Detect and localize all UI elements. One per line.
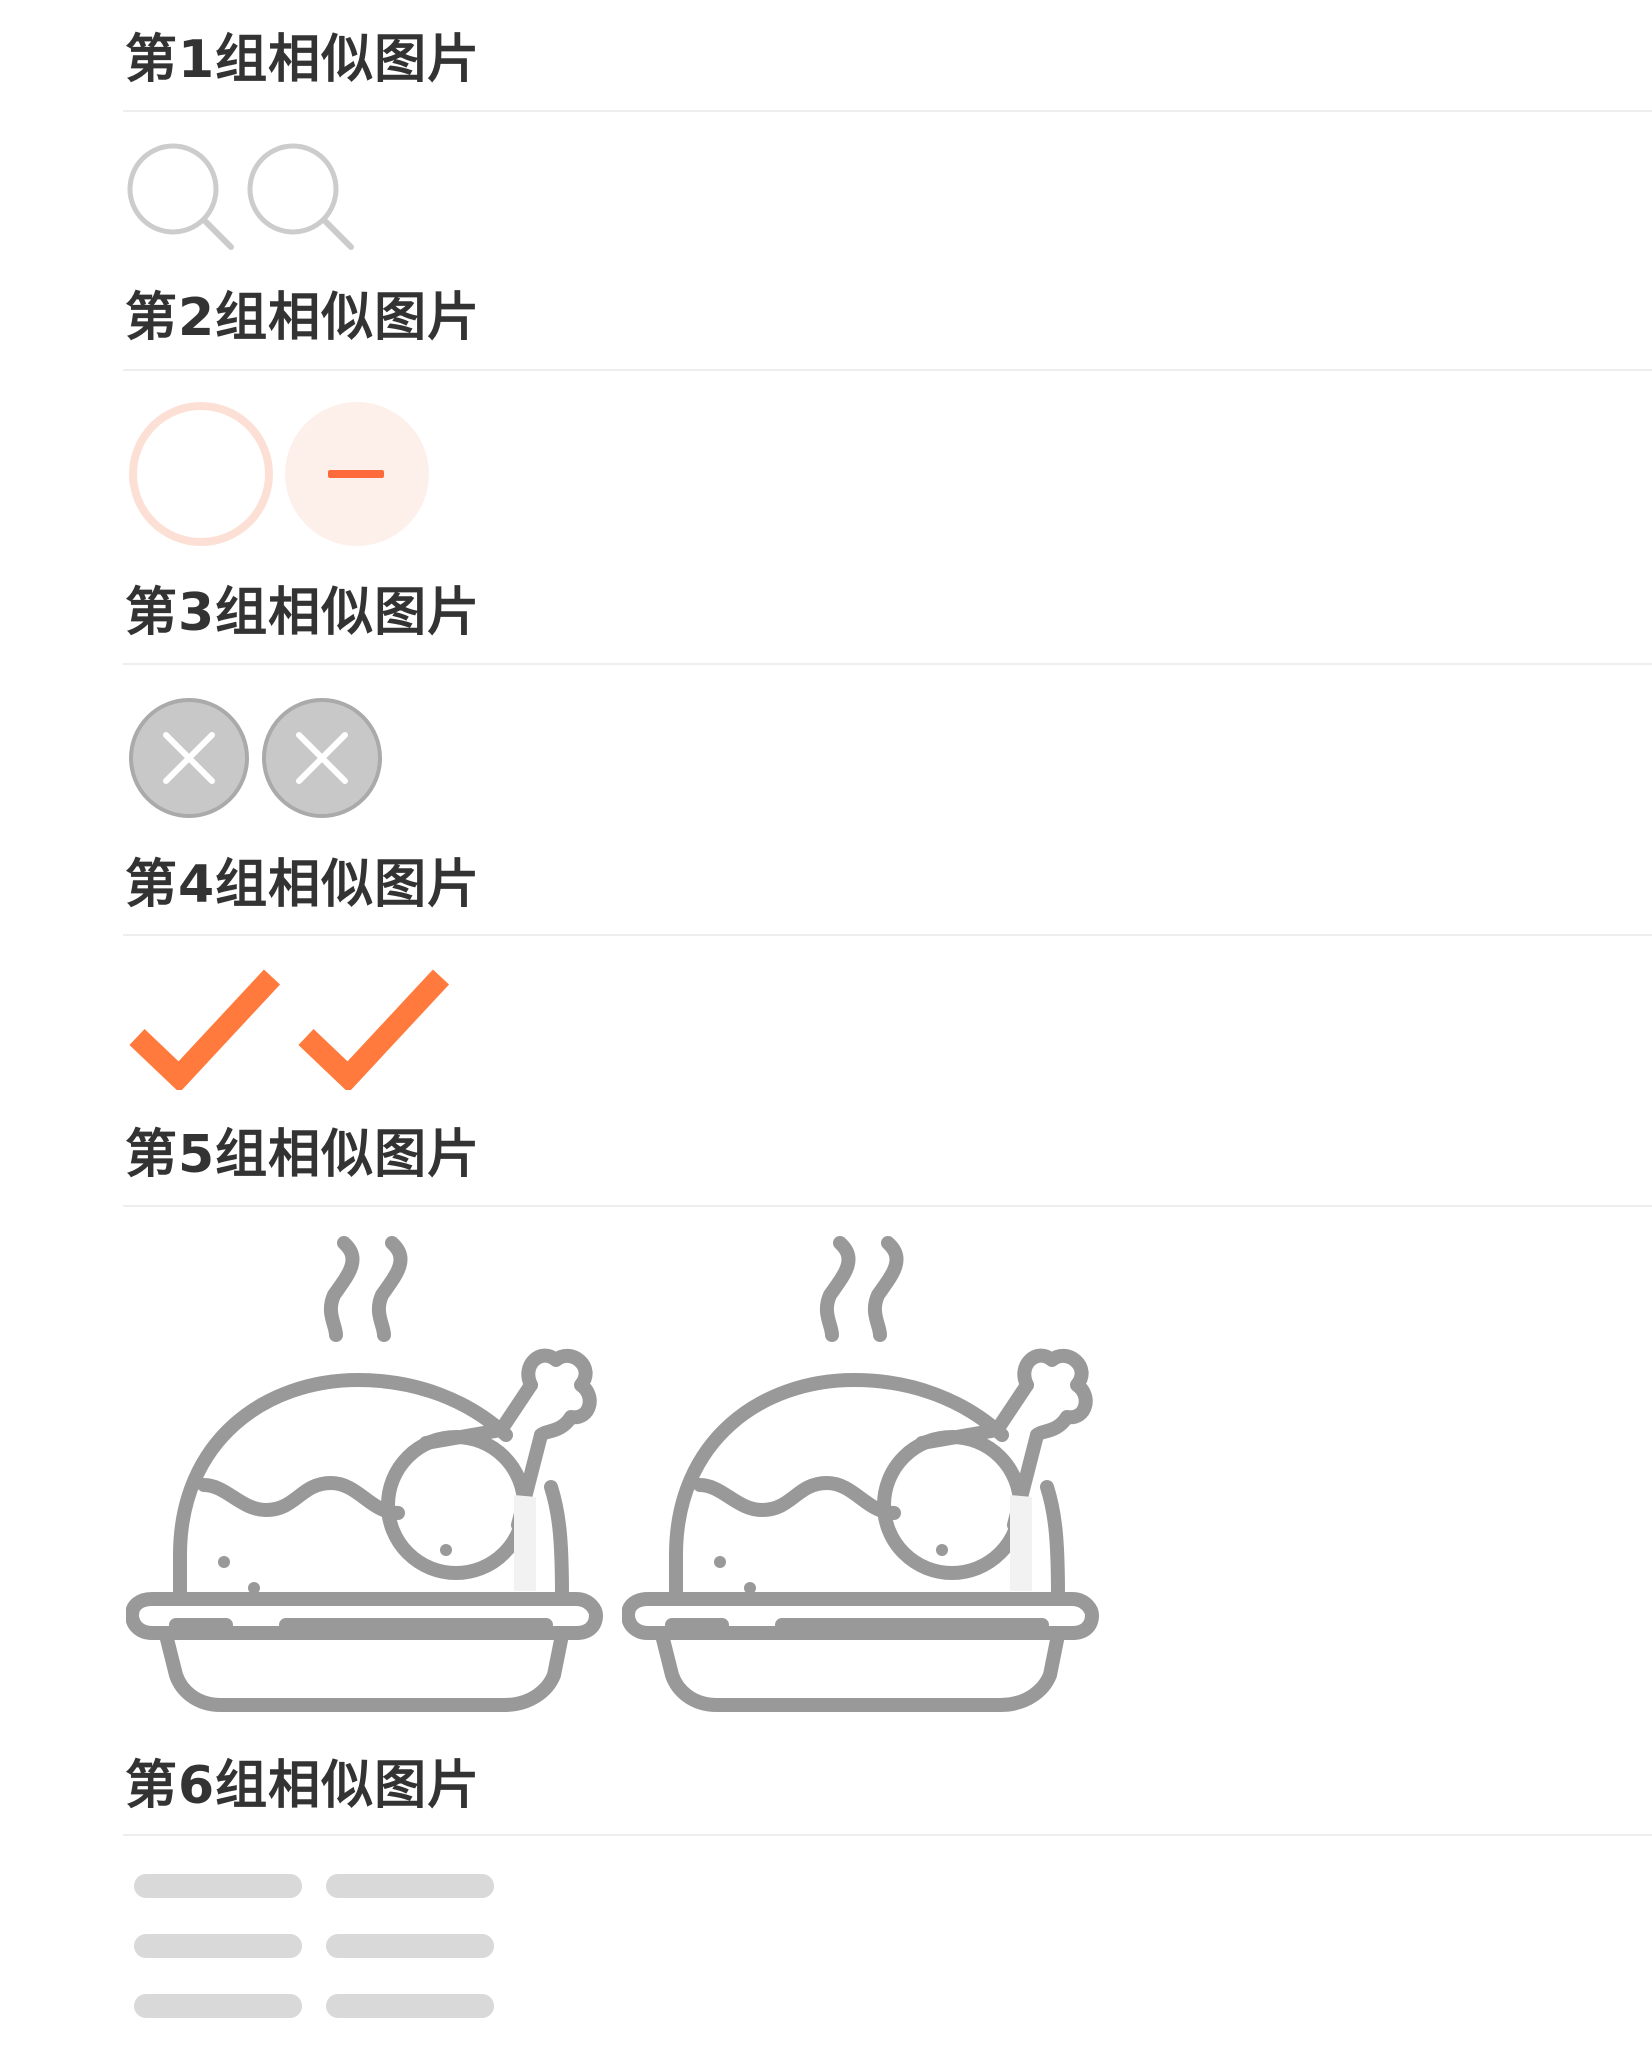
close-circle-icon	[129, 698, 249, 818]
divider	[123, 369, 1652, 371]
group-title-6: 第6组相似图片	[125, 1756, 481, 1816]
search-icon	[127, 143, 234, 250]
divider	[123, 934, 1652, 936]
group-title-3: 第3组相似图片	[125, 583, 481, 643]
group-title-2: 第2组相似图片	[125, 288, 481, 348]
divider	[123, 1834, 1652, 1836]
roast-chicken-icon	[126, 1236, 603, 1712]
empty-circle-icon	[129, 402, 273, 546]
checkmark-icon	[298, 969, 450, 1090]
roast-chicken-icon	[622, 1236, 1099, 1712]
minus-circle-icon	[285, 402, 429, 546]
divider	[123, 1205, 1652, 1207]
search-icon	[247, 143, 354, 250]
group-title-1: 第1组相似图片	[125, 30, 481, 90]
divider	[123, 663, 1652, 665]
placeholder-lines-icon	[134, 1874, 494, 2018]
divider	[123, 110, 1652, 112]
checkmark-icon	[129, 969, 281, 1090]
group-title-4: 第4组相似图片	[125, 855, 481, 915]
group-title-5: 第5组相似图片	[125, 1125, 481, 1185]
close-circle-icon	[262, 698, 382, 818]
